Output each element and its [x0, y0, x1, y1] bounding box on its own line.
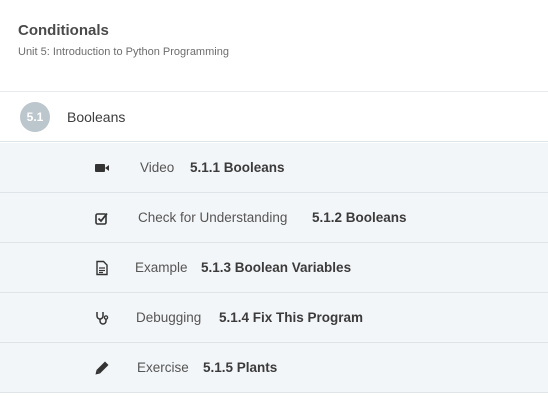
page-subtitle: Unit 5: Introduction to Python Programmi… [18, 46, 229, 58]
lesson-type-label: Video [140, 160, 175, 175]
lesson-type-label: Exercise [137, 360, 189, 375]
section-header-booleans[interactable]: 5.1 Booleans [0, 92, 548, 142]
section-title: Booleans [67, 109, 126, 125]
lesson-type-label: Check for Understanding [138, 210, 288, 225]
lesson-name-link[interactable]: 5.1.3 Boolean Variables [201, 260, 351, 275]
checkbox-icon [94, 210, 110, 226]
section-number-badge: 5.1 [20, 102, 50, 132]
video-camera-icon [94, 160, 110, 176]
page-title: Conditionals [18, 22, 109, 39]
lesson-name-link[interactable]: 5.1.5 Plants [203, 360, 277, 375]
lesson-item-video[interactable]: Video 5.1.1 Booleans [0, 143, 548, 193]
pencil-icon [94, 360, 110, 376]
lesson-type-label: Debugging [136, 310, 202, 325]
lesson-type-label: Example [135, 260, 188, 275]
document-icon [94, 260, 110, 276]
lesson-name-link[interactable]: 5.1.4 Fix This Program [219, 310, 363, 325]
lesson-item-example[interactable]: Example 5.1.3 Boolean Variables [0, 243, 548, 293]
lesson-item-debugging[interactable]: Debugging 5.1.4 Fix This Program [0, 293, 548, 343]
page-header: Conditionals Unit 5: Introduction to Pyt… [0, 0, 548, 92]
lesson-item-check-for-understanding[interactable]: Check for Understanding 5.1.2 Booleans [0, 193, 548, 243]
lesson-item-exercise[interactable]: Exercise 5.1.5 Plants [0, 343, 548, 393]
stethoscope-icon [94, 310, 110, 326]
lesson-name-link[interactable]: 5.1.2 Booleans [312, 210, 407, 225]
lesson-name-link[interactable]: 5.1.1 Booleans [190, 160, 285, 175]
